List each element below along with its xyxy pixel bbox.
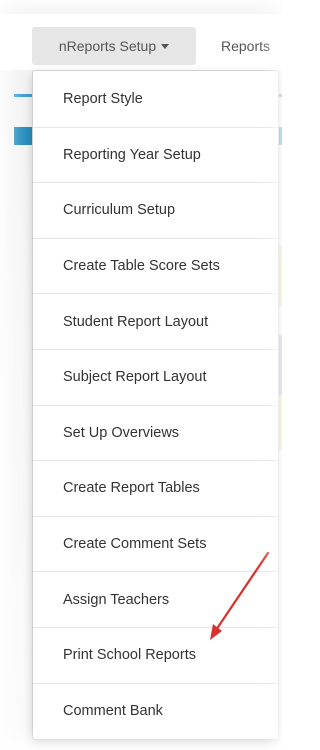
setup-dropdown-menu: Report Style Reporting Year Setup Curric…: [32, 70, 279, 740]
menu-item-create-comment-sets[interactable]: Create Comment Sets: [33, 517, 278, 573]
reports-nav-link[interactable]: Reports: [221, 27, 270, 65]
menu-item-label: Set Up Overviews: [63, 424, 180, 441]
menu-item-curriculum-setup[interactable]: Curriculum Setup: [33, 183, 278, 239]
screenshot-stage: nReports Setup Reports Report Style Repo…: [0, 0, 282, 750]
menu-item-print-school-reports[interactable]: Print School Reports: [33, 628, 278, 684]
menu-item-reporting-year-setup[interactable]: Reporting Year Setup: [33, 128, 278, 184]
menu-item-subject-report-layout[interactable]: Subject Report Layout: [33, 350, 278, 406]
nreports-setup-label: nReports Setup: [58, 38, 157, 54]
menu-item-label: Curriculum Setup: [63, 202, 176, 219]
menu-item-label: Report Style: [63, 91, 143, 108]
menu-item-label: Print School Reports: [63, 647, 196, 664]
menu-item-label: Subject Report Layout: [63, 369, 207, 386]
menu-item-set-up-overviews[interactable]: Set Up Overviews: [33, 406, 278, 462]
menu-item-assign-teachers[interactable]: Assign Teachers: [33, 572, 278, 628]
menu-item-student-report-layout[interactable]: Student Report Layout: [33, 294, 278, 350]
menu-item-report-style[interactable]: Report Style: [33, 72, 278, 128]
nreports-setup-button[interactable]: nReports Setup: [32, 27, 196, 65]
menu-item-label: Assign Teachers: [63, 591, 170, 608]
menu-item-label: Student Report Layout: [63, 313, 209, 330]
menu-item-label: Create Comment Sets: [63, 536, 207, 553]
menu-item-label: Comment Bank: [63, 703, 163, 720]
menu-item-label: Create Report Tables: [63, 480, 200, 497]
menu-item-label: Reporting Year Setup: [63, 146, 201, 163]
menu-item-comment-bank[interactable]: Comment Bank: [33, 684, 278, 740]
caret-down-icon: [161, 43, 170, 49]
menu-item-create-table-score-sets[interactable]: Create Table Score Sets: [33, 239, 278, 295]
menu-item-create-report-tables[interactable]: Create Report Tables: [33, 461, 278, 517]
menu-item-label: Create Table Score Sets: [63, 258, 220, 275]
